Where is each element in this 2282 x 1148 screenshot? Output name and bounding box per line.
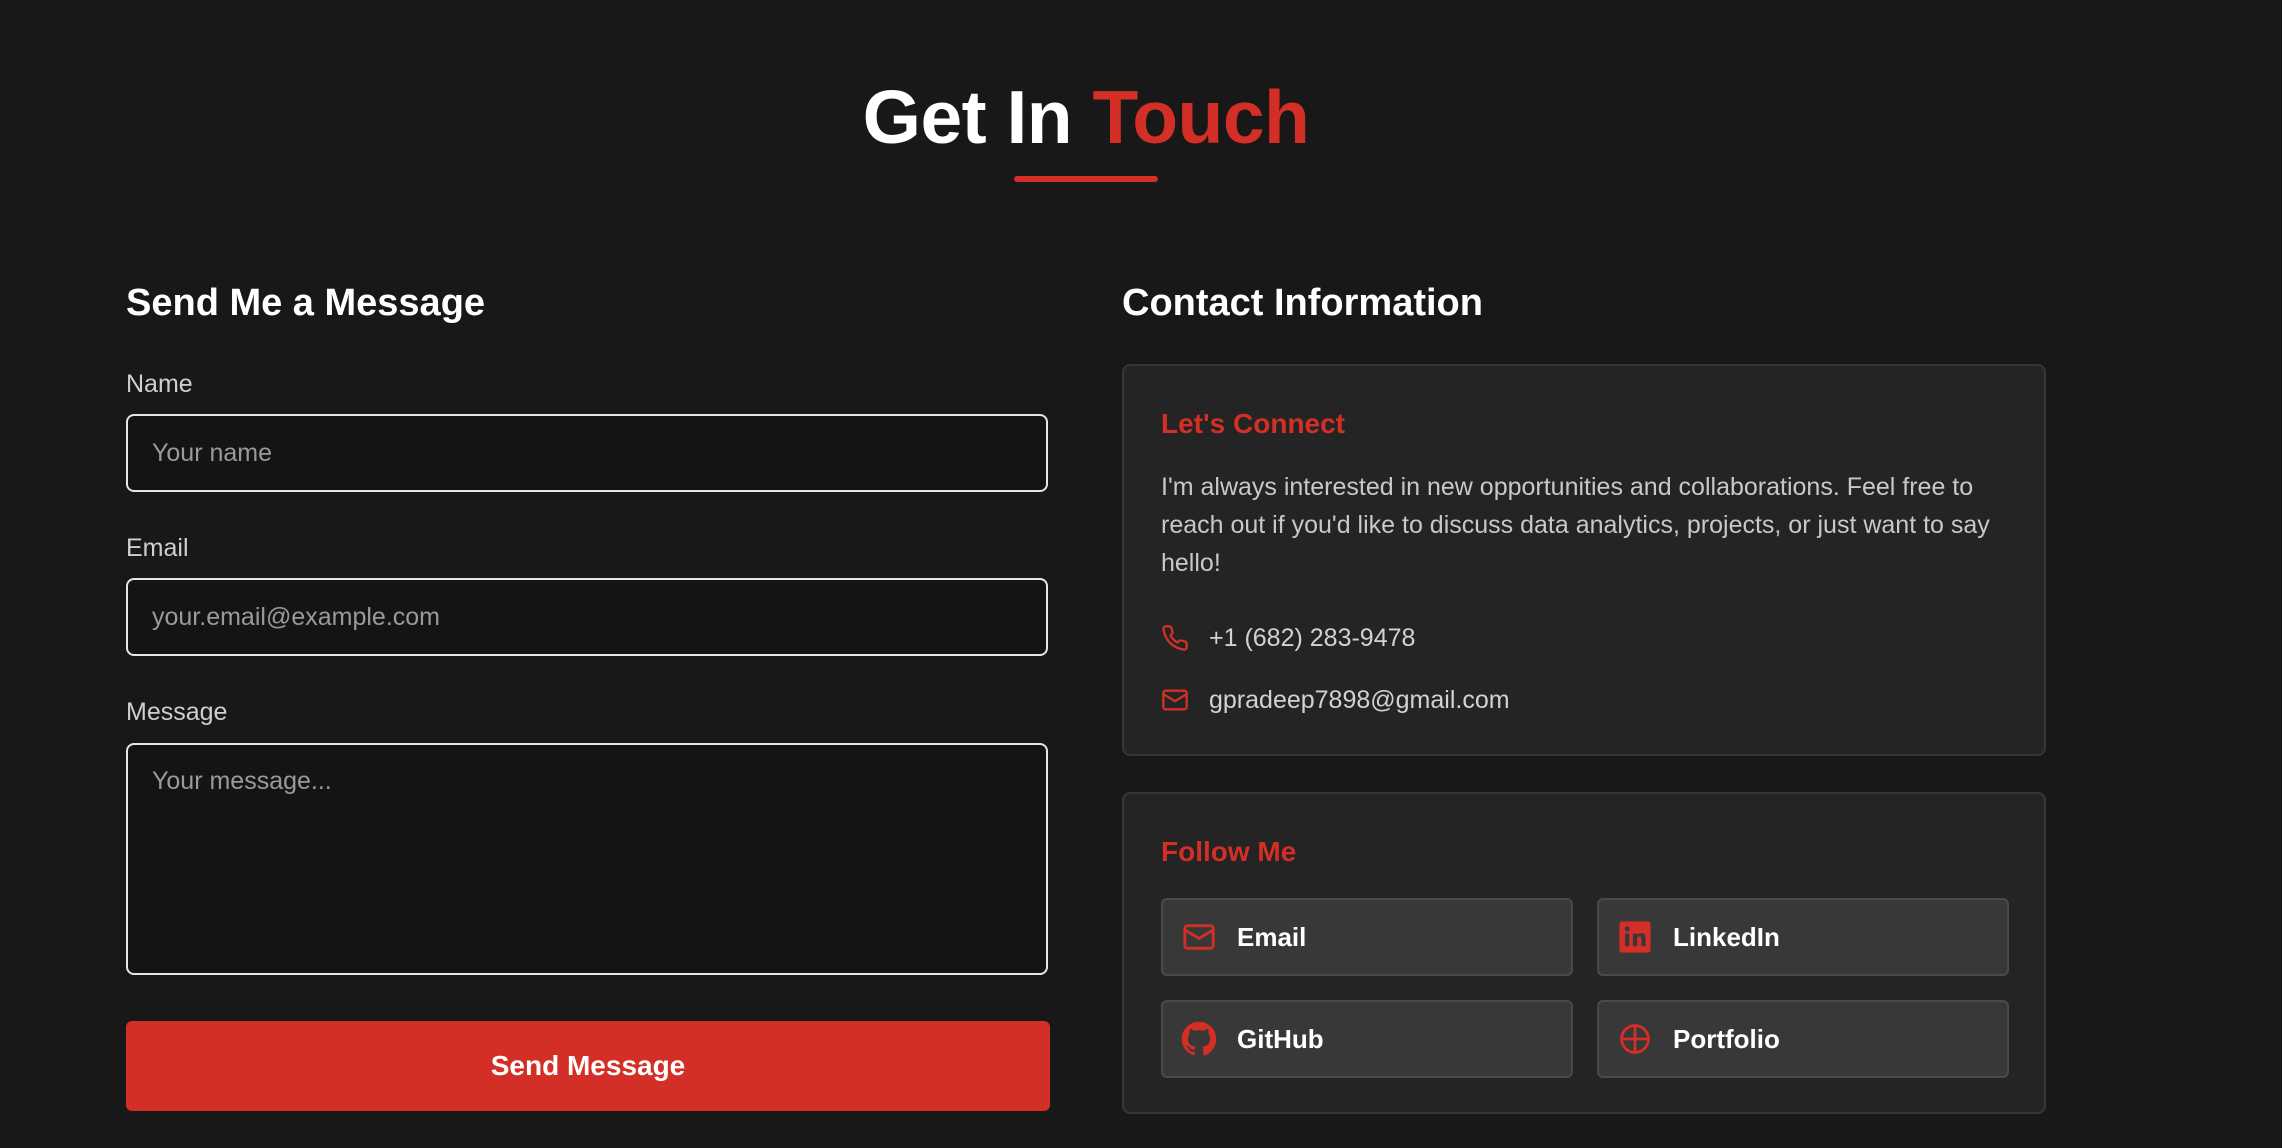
globe-icon bbox=[1617, 1021, 1653, 1057]
follow-card: Follow Me Email LinkedIn GitHub Portfoli… bbox=[1122, 792, 2046, 1114]
social-email-label: Email bbox=[1237, 921, 1307, 952]
social-github-label: GitHub bbox=[1237, 1023, 1324, 1054]
follow-title: Follow Me bbox=[1161, 836, 1297, 867]
page-title-part1: Get In bbox=[862, 75, 1093, 159]
phone-row[interactable]: +1 (682) 283-9478 bbox=[1161, 620, 1415, 656]
social-portfolio-label: Portfolio bbox=[1673, 1023, 1780, 1054]
page-title-accent: Touch bbox=[1092, 75, 1310, 159]
page-title: Get In Touch bbox=[0, 72, 2172, 162]
social-portfolio-button[interactable]: Portfolio bbox=[1597, 1000, 2009, 1078]
name-label: Name bbox=[126, 370, 193, 398]
social-github-button[interactable]: GitHub bbox=[1161, 1000, 1573, 1078]
name-input[interactable] bbox=[126, 414, 1048, 492]
mail-icon bbox=[1181, 919, 1217, 955]
social-linkedin-button[interactable]: LinkedIn bbox=[1597, 898, 2009, 976]
phone-number: +1 (682) 283-9478 bbox=[1209, 623, 1416, 652]
phone-icon bbox=[1161, 624, 1189, 652]
email-label: Email bbox=[126, 534, 189, 562]
connect-card: Let's Connect I'm always interested in n… bbox=[1122, 364, 2046, 756]
message-label: Message bbox=[126, 698, 228, 726]
form-title: Send Me a Message bbox=[126, 282, 486, 324]
email-address: gpradeep7898@gmail.com bbox=[1209, 685, 1510, 714]
social-linkedin-label: LinkedIn bbox=[1673, 921, 1780, 952]
email-row[interactable]: gpradeep7898@gmail.com bbox=[1161, 682, 1510, 718]
message-textarea[interactable] bbox=[126, 743, 1048, 975]
send-message-button[interactable]: Send Message bbox=[126, 1021, 1050, 1111]
connect-title: Let's Connect bbox=[1161, 408, 1346, 439]
title-underline bbox=[1014, 176, 1158, 182]
social-email-button[interactable]: Email bbox=[1161, 898, 1573, 976]
mail-icon bbox=[1161, 686, 1189, 714]
connect-description: I'm always interested in new opportuniti… bbox=[1161, 473, 1990, 577]
contact-title: Contact Information bbox=[1122, 282, 1483, 324]
github-icon bbox=[1181, 1021, 1217, 1057]
email-input[interactable] bbox=[126, 578, 1048, 656]
linkedin-icon bbox=[1617, 919, 1653, 955]
